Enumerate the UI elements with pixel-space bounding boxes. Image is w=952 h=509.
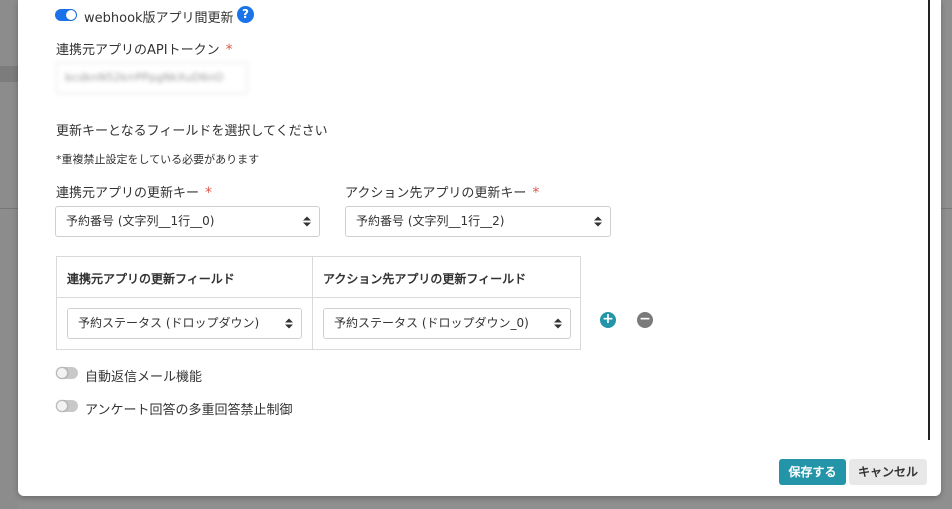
select-arrows-icon [594, 216, 602, 227]
required-asterisk: * [225, 42, 233, 58]
source-key-label-row: 連携元アプリの更新キー * [56, 182, 212, 201]
minus-circle-icon[interactable]: − [637, 312, 653, 328]
target-field-select[interactable]: 予約ステータス (ドロップダウン_0) [323, 308, 571, 339]
background-divider-right [941, 208, 952, 209]
api-token-field[interactable]: bcdknN52krrPPpgNkXuD6nO [56, 62, 248, 94]
table-header-target: アクション先アプリの更新フィールド [323, 272, 527, 286]
webhook-label: webhook版アプリ間更新 [84, 11, 234, 26]
webhook-toggle[interactable] [55, 9, 77, 21]
toggle-knob [66, 10, 76, 20]
table-column-divider [312, 257, 313, 349]
background-divider [0, 208, 18, 209]
required-asterisk: * [532, 185, 540, 201]
save-button[interactable]: 保存する [779, 459, 846, 485]
background-band [0, 66, 18, 82]
survey-limit-toggle[interactable] [56, 400, 78, 412]
toggle-knob [56, 367, 68, 379]
question-circle-icon[interactable]: ? [237, 6, 254, 23]
update-key-heading: 更新キーとなるフィールドを選択してください [56, 124, 328, 139]
scrollbar-edge[interactable] [928, 0, 930, 440]
toggle-knob [56, 400, 68, 412]
token-label: 連携元アプリのAPIトークン [56, 43, 220, 58]
target-key-value: 予約番号 (文字列__1行__2) [356, 214, 505, 228]
settings-modal: webhook版アプリ間更新 ? 連携元アプリのAPIトークン * bcdknN5… [18, 0, 941, 496]
target-key-label-row: アクション先アプリの更新キー * [345, 182, 539, 201]
table-header-source: 連携元アプリの更新フィールド [67, 272, 235, 286]
plus-circle-icon[interactable]: + [600, 312, 616, 328]
update-fields-table: 連携元アプリの更新フィールド アクション先アプリの更新フィールド 予約ステータス… [56, 256, 581, 350]
update-key-note: *重複禁止設定をしている必要があります [56, 153, 260, 166]
target-key-label: アクション先アプリの更新キー [345, 186, 527, 201]
survey-limit-label: アンケート回答の多重回答禁止制御 [85, 403, 293, 418]
source-key-value: 予約番号 (文字列__1行__0) [66, 214, 215, 228]
source-key-select[interactable]: 予約番号 (文字列__1行__0) [55, 206, 320, 237]
table-header-divider [57, 297, 580, 298]
source-field-select[interactable]: 予約ステータス (ドロップダウン) [67, 308, 302, 339]
source-field-value: 予約ステータス (ドロップダウン) [78, 316, 260, 330]
auto-reply-label: 自動返信メール機能 [85, 370, 203, 385]
auto-reply-toggle[interactable] [56, 367, 78, 379]
cancel-button[interactable]: キャンセル [849, 459, 927, 485]
required-asterisk: * [205, 185, 213, 201]
source-key-label: 連携元アプリの更新キー [56, 186, 200, 201]
select-arrows-icon [554, 318, 562, 329]
target-field-value: 予約ステータス (ドロップダウン_0) [334, 316, 529, 330]
token-label-row: 連携元アプリのAPIトークン * [56, 39, 233, 58]
target-key-select[interactable]: 予約番号 (文字列__1行__2) [345, 206, 611, 237]
background-page-right [941, 0, 952, 509]
select-arrows-icon [303, 216, 311, 227]
select-arrows-icon [285, 318, 293, 329]
